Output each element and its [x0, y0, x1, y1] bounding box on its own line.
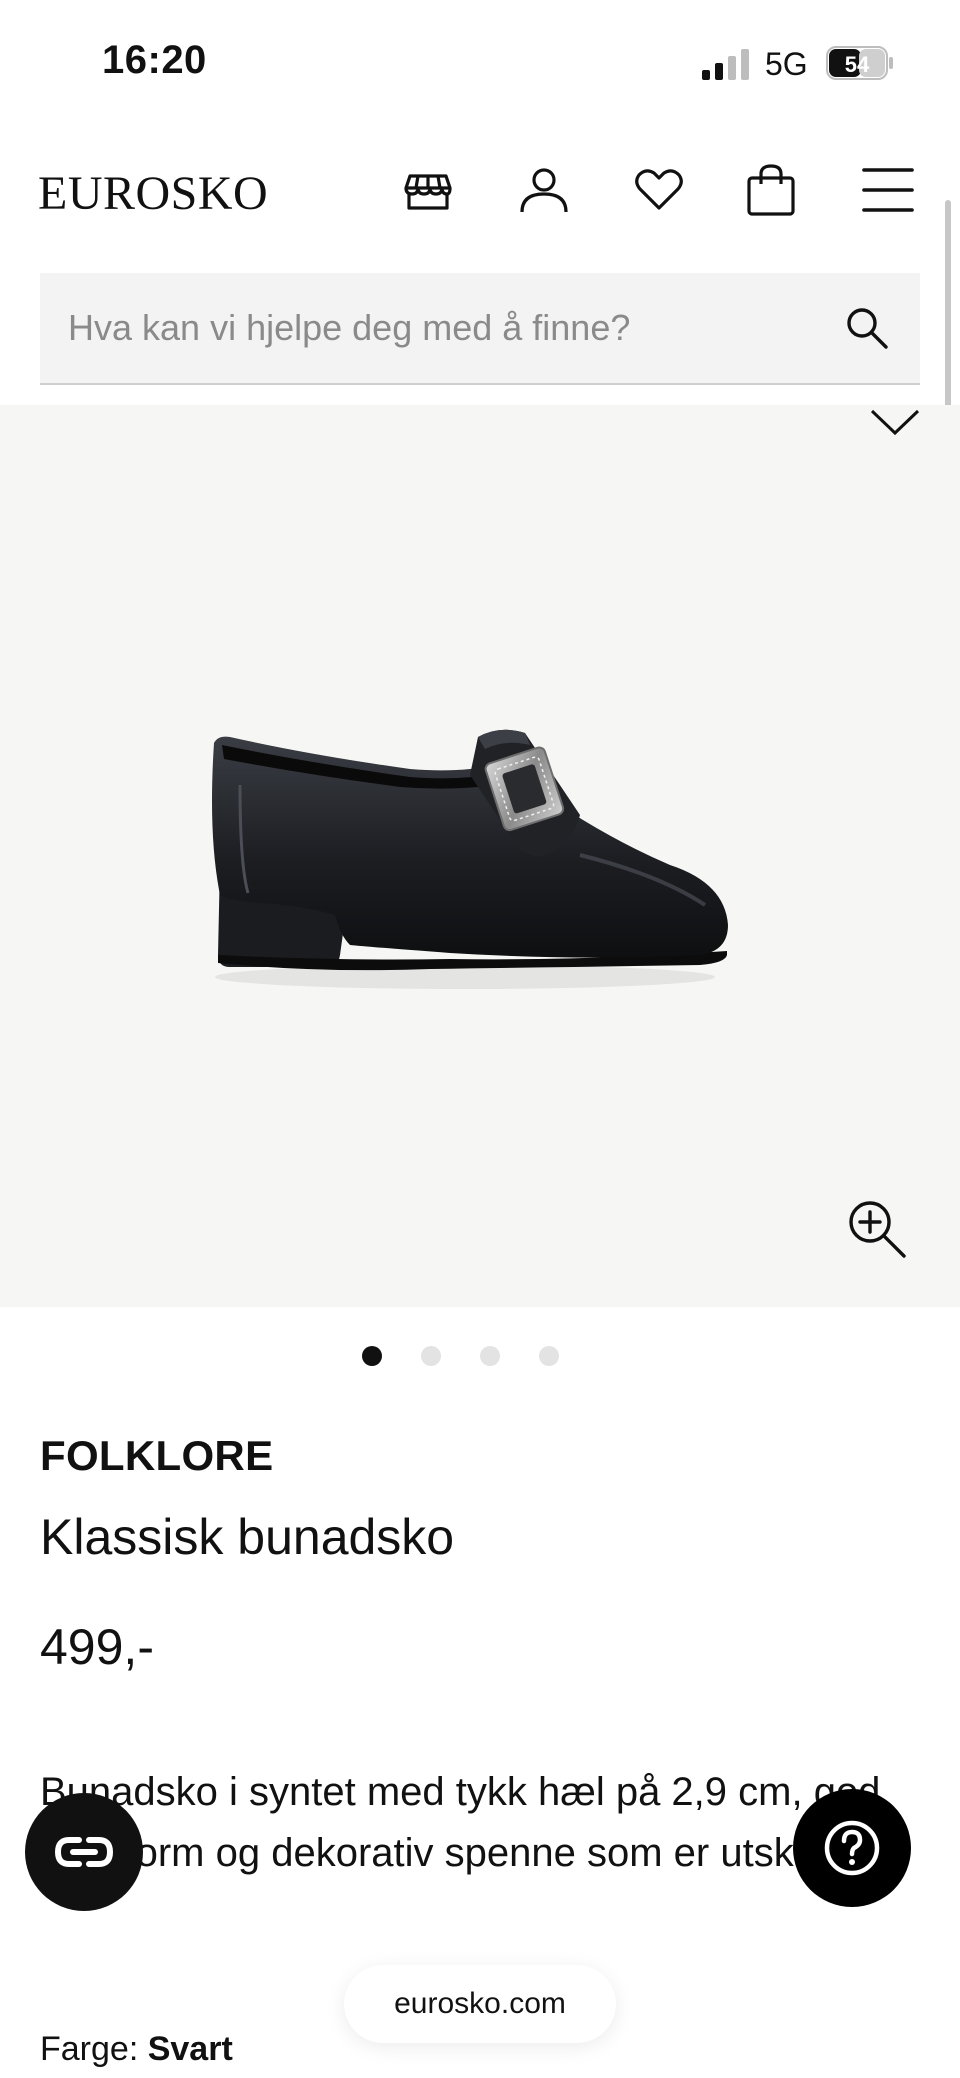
carousel-dot[interactable]	[479, 1346, 500, 1366]
eurosko-logo[interactable]: EUROSKO	[38, 166, 268, 221]
carousel-dot[interactable]	[361, 1346, 382, 1366]
search-input[interactable]	[68, 273, 848, 383]
heart-icon[interactable]	[629, 160, 689, 220]
color-row: Farge: Svart	[40, 2030, 233, 2069]
carousel-dots	[0, 1346, 960, 1370]
chevron-down-icon[interactable]	[868, 405, 922, 439]
product-name: Klassisk bunadsko	[40, 1509, 455, 1565]
site-header: EUROSKO	[0, 140, 960, 240]
search-bar	[40, 273, 920, 385]
product-brand[interactable]: FOLKLORE	[40, 1432, 273, 1480]
shoe-image	[212, 729, 728, 989]
user-icon[interactable]	[514, 160, 574, 220]
help-icon	[824, 1820, 880, 1876]
color-label: Farge:	[40, 2030, 139, 2068]
product-price: 499,-	[40, 1619, 154, 1675]
status-time: 16:20	[102, 38, 207, 82]
product-image-gallery[interactable]	[0, 405, 960, 1307]
product-description: Bunadsko i syntet med tykk hæl på 2,9 cm…	[40, 1770, 892, 1875]
help-button[interactable]	[793, 1789, 911, 1907]
signal-icon	[702, 49, 749, 80]
status-bar: 16:20 5G 54	[0, 0, 960, 120]
color-value: Svart	[147, 2030, 233, 2068]
zoom-in-icon[interactable]	[846, 1198, 908, 1260]
network-type: 5G	[765, 46, 808, 82]
link-icon	[54, 1837, 114, 1867]
battery-icon: 54	[826, 46, 893, 80]
carousel-dot[interactable]	[420, 1346, 441, 1366]
carousel-dot[interactable]	[538, 1346, 559, 1366]
search-icon[interactable]	[842, 303, 892, 353]
view-toggle-button[interactable]	[25, 1793, 143, 1911]
bag-icon[interactable]	[741, 160, 801, 220]
battery-level: 54	[845, 52, 870, 77]
store-icon[interactable]	[398, 160, 458, 220]
menu-icon[interactable]	[858, 160, 918, 220]
browser-url-pill[interactable]: eurosko.com	[344, 1965, 616, 2043]
